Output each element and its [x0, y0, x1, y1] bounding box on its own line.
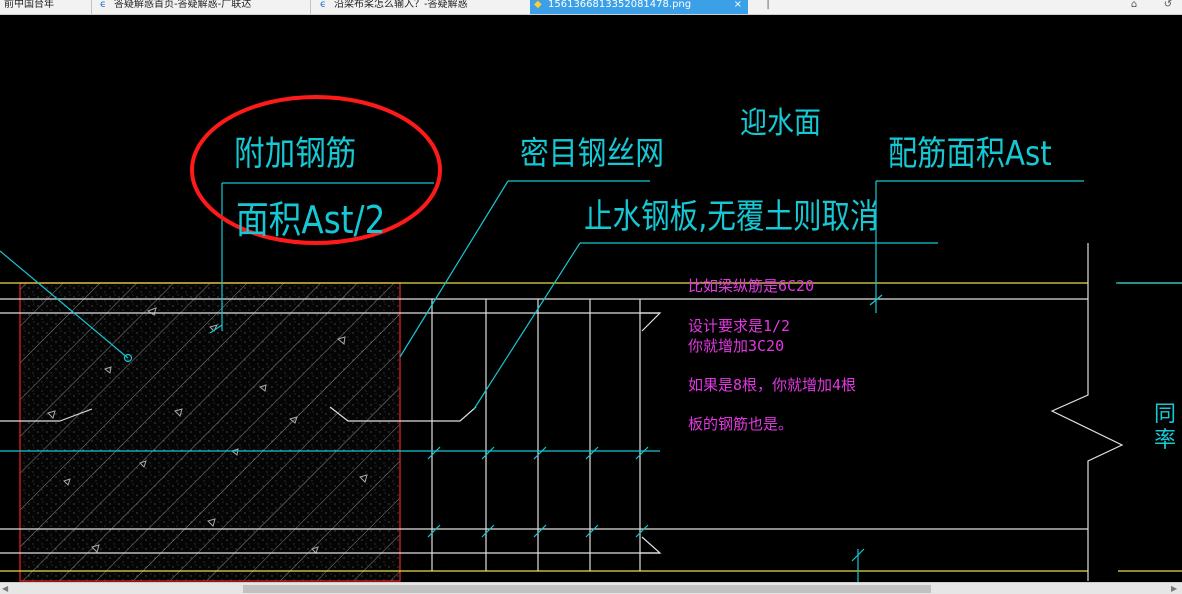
right-edge-text-1: 同: [1154, 402, 1177, 427]
tab-1[interactable]: 前中国台年: [0, 0, 90, 14]
tab-4-label: 1561366813352081478.png: [548, 0, 692, 10]
mesh-label: 密目钢丝网: [520, 134, 665, 172]
rebar-area-label: 配筋面积Ast: [888, 134, 1052, 174]
waterstop-label: 止水钢板,无覆土则取消: [584, 197, 879, 237]
browser-tab-bar: 前中国台年 ϵ 答疑解惑首页-答疑解惑-广联达 ϵ 沿梁布桨怎么输入？-答疑解惑 ◆…: [0, 0, 1182, 15]
tab-3[interactable]: ϵ 沿梁布桨怎么输入？-答疑解惑: [316, 0, 526, 14]
glodon-logo-icon: ϵ: [320, 0, 327, 10]
note-line-2: 设计要求是1/2: [688, 317, 791, 335]
note-line-3: 你就增加3C20: [688, 337, 785, 355]
image-file-icon: ◆: [534, 0, 542, 10]
tab-2[interactable]: ϵ 答疑解惑首页-答疑解惑-广联达: [96, 0, 308, 14]
tab-divider: [91, 0, 92, 14]
note-line-5: 板的钢筋也是。: [688, 415, 794, 433]
horizontal-scrollbar[interactable]: ◀ ▶: [0, 582, 1182, 594]
home-icon[interactable]: ⌂: [1124, 0, 1144, 14]
tab-4-active[interactable]: ◆ 1561366813352081478.png ×: [530, 0, 748, 14]
glodon-logo-icon: ϵ: [100, 0, 107, 10]
cad-drawing-canvas: 附加钢筋 面积Ast/2 密目钢丝网 迎水面 配筋面积Ast 止水钢板,无覆土则…: [0, 15, 1182, 582]
extra-rebar-label: 附加钢筋: [234, 134, 357, 174]
scroll-left-icon[interactable]: ◀: [2, 583, 8, 594]
undo-icon[interactable]: ↺: [1158, 0, 1178, 14]
scroll-right-icon[interactable]: ▶: [1171, 583, 1177, 594]
tab-2-label: 答疑解惑首页-答疑解惑-广联达: [114, 0, 252, 10]
right-edge-text-2: 率: [1154, 428, 1177, 453]
tab-1-label: 前中国台年: [4, 0, 54, 10]
close-tab-icon[interactable]: ×: [734, 0, 742, 10]
new-tab-button[interactable]: |: [758, 0, 778, 14]
scrollbar-thumb[interactable]: [243, 585, 931, 593]
water-face-label: 迎水面: [740, 106, 821, 141]
area-half-label: 面积Ast/2: [236, 198, 386, 242]
note-line-1: 比如梁纵筋是6C20: [688, 277, 815, 295]
tab-divider: [310, 0, 311, 14]
note-line-4: 如果是8根，你就增加4根: [688, 376, 857, 394]
cad-drawing: [0, 95, 1182, 582]
tab-3-label: 沿梁布桨怎么输入？-答疑解惑: [334, 0, 468, 10]
